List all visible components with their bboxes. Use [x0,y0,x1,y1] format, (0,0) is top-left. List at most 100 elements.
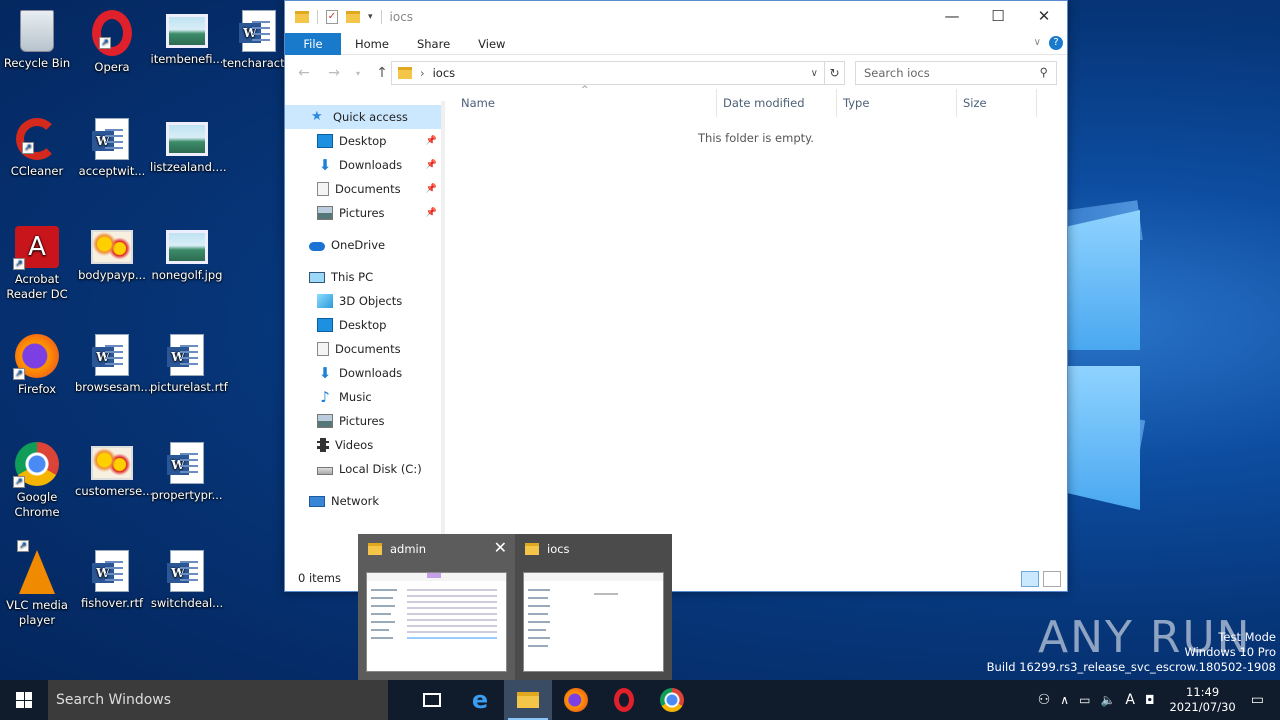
taskbar-opera[interactable] [600,680,648,720]
desktop-icon-file[interactable]: customerse... [75,436,153,499]
desktop-icon-opera[interactable]: ↗ Opera [75,4,149,75]
start-button[interactable] [0,680,48,720]
tab-file[interactable]: File [285,32,341,55]
desktop-icon-file[interactable]: W picturelast.rtf [150,328,228,395]
desktop-icon-acrobat[interactable]: A ↗ Acrobat Reader DC [0,220,74,302]
address-bar[interactable]: › iocs ∨ [391,61,825,85]
minimize-button[interactable]: — [929,1,975,33]
desktop-icon-file[interactable]: W switchdeal... [150,544,224,611]
refresh-button[interactable]: ↻ [825,61,845,85]
recycle-bin-icon [20,10,54,52]
search-input[interactable]: Search iocs ⚲ [855,61,1057,85]
ccleaner-icon: ↗ [16,118,58,160]
desktop-icon-file[interactable]: W browsesam... [75,328,152,395]
nav-item-pictures[interactable]: Pictures 📌 [285,201,441,225]
thumbnail-title: iocs [547,542,570,556]
thumbnail-admin-window[interactable]: admin ✕ [358,534,515,680]
nav-item-desktop-pc[interactable]: Desktop [285,313,441,337]
new-folder-icon[interactable] [346,11,360,23]
action-badge-icon[interactable]: ◘ [1140,693,1160,707]
desktop-icon-vlc[interactable]: ↗ VLC media player [0,540,74,628]
taskbar-file-explorer[interactable] [504,680,552,720]
taskbar-chrome[interactable] [648,680,696,720]
column-header-size[interactable]: Size [957,89,1037,117]
forward-arrow-icon[interactable]: → [323,65,345,81]
desktop-icon-recycle-bin[interactable]: Recycle Bin [0,4,74,71]
word-document-icon: W [167,334,204,376]
people-icon[interactable]: ⚇ [1033,692,1056,708]
desktop-icon-label: picturelast.rtf [150,380,228,394]
taskbar-edge[interactable]: e [456,680,504,720]
column-header-date-modified[interactable]: Date modified [717,89,837,117]
details-view-icon[interactable] [1021,571,1039,587]
pin-icon[interactable]: 📌 [426,208,437,218]
task-view-button[interactable] [408,680,456,720]
tab-home[interactable]: Home [341,33,403,55]
desktop-icon-file[interactable]: listzealand.... [150,112,227,175]
nav-item-videos[interactable]: Videos [285,433,441,457]
desktop-icon-file[interactable]: W acceptwit... [75,112,149,179]
nav-item-downloads[interactable]: ⬇ Downloads 📌 [285,153,441,177]
input-indicator-icon[interactable]: A [1120,692,1140,708]
clock[interactable]: 11:49 2021/07/30 [1159,685,1245,715]
nav-item-desktop[interactable]: Desktop 📌 [285,129,441,153]
pin-icon[interactable]: 📌 [426,136,437,146]
up-arrow-icon[interactable]: ↑ [371,65,393,81]
music-note-icon: ♪ [320,388,330,406]
nav-item-documents[interactable]: Documents 📌 [285,177,441,201]
column-header-type[interactable]: Type [837,89,957,117]
maximize-button[interactable]: ☐ [975,1,1021,33]
tab-share[interactable]: Share [403,33,464,55]
nav-item-quick-access[interactable]: ★ Quick access [285,105,441,129]
desktop-icon-firefox[interactable]: ↗ Firefox [0,328,74,397]
desktop-icon-label: switchdeal... [150,596,224,610]
network-icon[interactable]: ▭ [1074,693,1095,707]
nav-item-3d-objects[interactable]: 3D Objects [285,289,441,313]
nav-item-onedrive[interactable]: OneDrive [285,233,441,257]
back-arrow-icon[interactable]: ← [293,65,315,81]
title-bar[interactable]: ✓ ▾ iocs — ☐ ✕ [285,1,1067,33]
thumbnail-close-icon[interactable]: ✕ [494,538,507,557]
large-icons-view-icon[interactable] [1043,571,1061,587]
pin-icon[interactable]: 📌 [426,184,437,194]
breadcrumb[interactable]: iocs [433,66,456,80]
desktop-icon-ccleaner[interactable]: ↗ CCleaner [0,112,74,179]
nav-item-pictures-pc[interactable]: Pictures [285,409,441,433]
nav-item-local-disk[interactable]: Local Disk (C:) [285,457,441,481]
close-button[interactable]: ✕ [1021,1,1067,33]
desktop-icon-file[interactable]: nonegolf.jpg [150,220,224,283]
desktop-icon-label: Firefox [17,382,57,396]
show-hidden-icons-icon[interactable]: ∧ [1055,693,1074,707]
pin-icon[interactable]: 📌 [426,160,437,170]
taskbar-search-box[interactable]: Search Windows [48,680,388,720]
help-icon[interactable]: ? [1049,36,1063,50]
volume-icon[interactable]: 🔈 [1095,693,1120,707]
column-header-name[interactable]: Name [455,89,717,117]
thumbnail-iocs-window[interactable]: iocs [515,534,672,680]
desktop-icon [317,318,333,332]
quick-access-toolbar: ✓ ▾ iocs [285,10,413,24]
desktop-icon-label: CCleaner [10,164,64,178]
notifications-icon[interactable]: ▭ [1246,692,1280,708]
separator [380,10,382,24]
nav-item-network[interactable]: Network [285,489,441,513]
desktop-icon-file[interactable]: W propertypr... [150,436,224,503]
taskbar-firefox[interactable] [552,680,600,720]
tab-view[interactable]: View [464,33,519,55]
breadcrumb-chevron-icon[interactable]: › [420,66,425,80]
desktop-icon-chrome[interactable]: ↗ Google Chrome [0,436,74,520]
desktop-icon-file[interactable]: bodypayp... [75,220,149,283]
properties-icon[interactable]: ✓ [326,10,338,24]
address-dropdown-icon[interactable]: ∨ [811,68,818,79]
nav-item-documents-pc[interactable]: Documents [285,337,441,361]
customize-toolbar-icon[interactable]: ▾ [368,12,373,22]
desktop-icon-file[interactable]: itembenefi... [150,4,224,67]
nav-item-downloads-pc[interactable]: ⬇ Downloads [285,361,441,385]
drive-icon [317,467,333,475]
desktop-icon-file[interactable]: W fishover.rtf [75,544,149,611]
desktop-icon-label: bodypayp... [78,268,146,282]
expand-ribbon-icon[interactable]: ∨ [1034,37,1041,48]
nav-item-this-pc[interactable]: This PC [285,265,441,289]
recent-locations-icon[interactable]: ▾ [353,69,363,78]
nav-item-music[interactable]: ♪ Music [285,385,441,409]
